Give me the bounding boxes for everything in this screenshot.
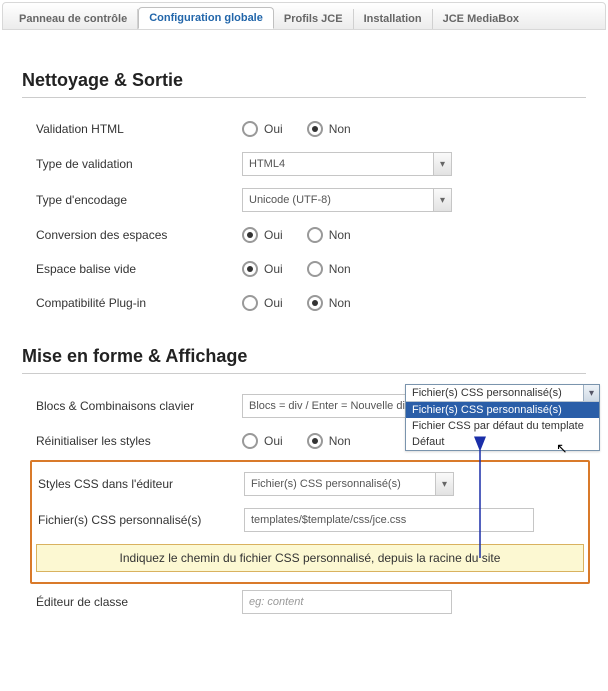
tab-label: Installation [364,13,422,25]
dropdown-option-default[interactable]: Défaut [406,434,599,450]
label-validation-type: Type de validation [36,157,242,171]
input-class-editor[interactable]: eg: content [242,590,452,614]
chevron-down-icon: ▾ [435,473,453,495]
radio-label: Non [329,122,351,136]
select-css-in-editor[interactable]: Fichier(s) CSS personnalisé(s) ▾ [244,472,454,496]
radio-label: Oui [264,122,283,136]
dropdown-header-text: Fichier(s) CSS personnalisé(s) [412,387,562,399]
row-validation-html: Validation HTML Oui Non [22,112,586,146]
select-value: Fichier(s) CSS personnalisé(s) [251,478,401,490]
radio-label: Non [329,434,351,448]
tab-label: Panneau de contrôle [19,13,127,25]
radio-icon [242,295,258,311]
input-placeholder: eg: content [249,596,303,608]
callout-help-text: Indiquez le chemin du fichier CSS person… [36,544,584,572]
label-space-conversion: Conversion des espaces [36,228,242,242]
row-custom-css-files: Fichier(s) CSS personnalisé(s) templates… [36,502,584,538]
section-format-title: Mise en forme & Affichage [22,320,586,374]
dropdown-option-template-default[interactable]: Fichier CSS par défaut du template [406,418,599,434]
row-empty-tag: Espace balise vide Oui Non [22,252,586,286]
radio-space-yes[interactable]: Oui [242,227,283,243]
radio-label: Oui [264,262,283,276]
row-plugin-compat: Compatibilité Plug-in Oui Non [22,286,586,320]
radio-label: Non [329,296,351,310]
tab-label: Configuration globale [149,12,263,24]
option-label: Fichier CSS par défaut du template [412,420,584,432]
radio-empty-no[interactable]: Non [307,261,351,277]
radio-space-no[interactable]: Non [307,227,351,243]
option-label: Fichier(s) CSS personnalisé(s) [412,404,562,416]
tab-installation[interactable]: Installation [354,9,433,29]
radio-label: Oui [264,434,283,448]
label-empty-tag: Espace balise vide [36,262,242,276]
radio-reset-no[interactable]: Non [307,433,351,449]
row-css-in-editor: Styles CSS dans l'éditeur Fichier(s) CSS… [36,466,584,502]
tab-jce-mediabox[interactable]: JCE MediaBox [433,9,529,29]
row-space-conversion: Conversion des espaces Oui Non [22,218,586,252]
label-class-editor: Éditeur de classe [36,595,242,609]
select-value: Blocs = div / Enter = Nouvelle div / : [249,400,423,412]
tab-label: Profils JCE [284,13,343,25]
input-custom-css-files[interactable]: templates/$template/css/jce.css [244,508,534,532]
input-value: templates/$template/css/jce.css [251,514,406,526]
radio-validation-yes[interactable]: Oui [242,121,283,137]
select-validation-type[interactable]: HTML4 ▾ [242,152,452,176]
label-blocks-keys: Blocs & Combinaisons clavier [36,399,242,413]
tab-control-panel[interactable]: Panneau de contrôle [9,9,138,29]
chevron-down-icon: ▾ [433,189,451,211]
radio-icon [307,295,323,311]
radio-label: Oui [264,296,283,310]
label-plugin-compat: Compatibilité Plug-in [36,296,242,310]
radio-icon [242,433,258,449]
tab-jce-profiles[interactable]: Profils JCE [274,9,354,29]
radio-icon [307,433,323,449]
select-value: HTML4 [249,158,285,170]
radio-icon [242,227,258,243]
tab-global-config[interactable]: Configuration globale [138,7,274,29]
radio-plugin-no[interactable]: Non [307,295,351,311]
tab-bar: Panneau de contrôle Configuration global… [2,2,606,30]
label-custom-css-files: Fichier(s) CSS personnalisé(s) [38,513,244,527]
row-class-editor: Éditeur de classe eg: content [22,584,586,620]
chevron-down-icon: ▾ [433,153,451,175]
page-body: Nettoyage & Sortie Validation HTML Oui N… [0,30,608,640]
select-encoding-type[interactable]: Unicode (UTF-8) ▾ [242,188,452,212]
dropdown-option-custom[interactable]: Fichier(s) CSS personnalisé(s) [406,402,599,418]
dropdown-header[interactable]: Fichier(s) CSS personnalisé(s) ▾ [406,385,599,402]
radio-reset-yes[interactable]: Oui [242,433,283,449]
radio-icon [242,261,258,277]
label-encoding-type: Type d'encodage [36,193,242,207]
radio-validation-no[interactable]: Non [307,121,351,137]
dropdown-open-css-styles: Fichier(s) CSS personnalisé(s) ▾ Fichier… [405,384,600,451]
label-css-in-editor: Styles CSS dans l'éditeur [38,477,244,491]
radio-label: Non [329,262,351,276]
radio-label: Non [329,228,351,242]
chevron-down-icon: ▾ [583,385,599,401]
select-value: Unicode (UTF-8) [249,194,331,206]
tab-label: JCE MediaBox [443,13,519,25]
radio-icon [307,121,323,137]
radio-icon [307,227,323,243]
label-validation-html: Validation HTML [36,122,242,136]
radio-plugin-yes[interactable]: Oui [242,295,283,311]
row-validation-type: Type de validation HTML4 ▾ [22,146,586,182]
label-reset-styles: Réinitialiser les styles [36,434,242,448]
option-label: Défaut [412,436,444,448]
radio-empty-yes[interactable]: Oui [242,261,283,277]
radio-icon [307,261,323,277]
radio-label: Oui [264,228,283,242]
radio-icon [242,121,258,137]
highlighted-css-group: Styles CSS dans l'éditeur Fichier(s) CSS… [30,460,590,584]
section-cleanup-title: Nettoyage & Sortie [22,44,586,98]
row-encoding-type: Type d'encodage Unicode (UTF-8) ▾ [22,182,586,218]
